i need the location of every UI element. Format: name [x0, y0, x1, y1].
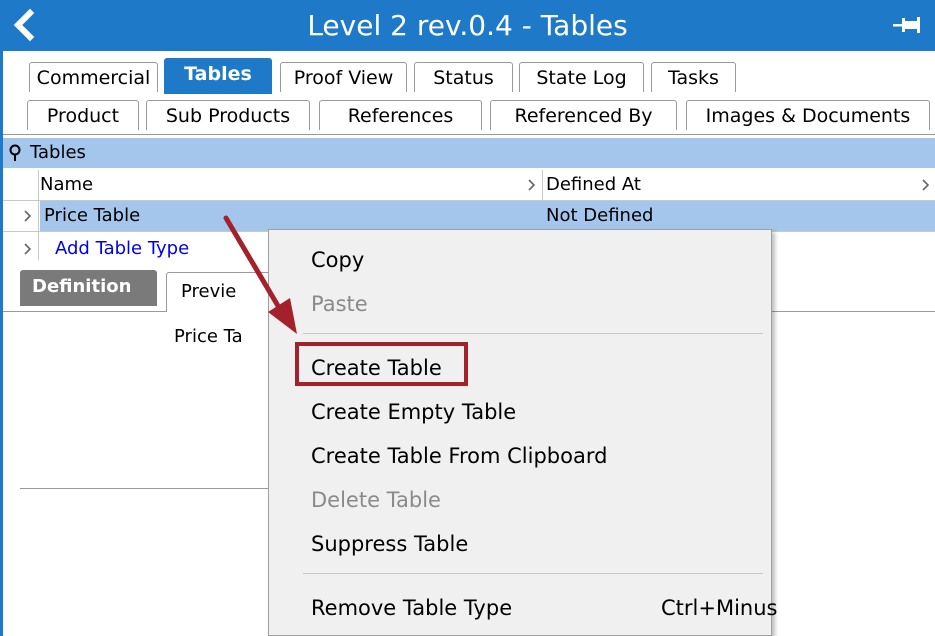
tables-section-title: Tables [30, 142, 86, 163]
menu-item-suppress-table[interactable]: Suppress Table [311, 532, 468, 556]
column-header-name[interactable]: Name [40, 170, 93, 200]
expand-row-icon[interactable] [23, 243, 33, 255]
menu-item-remove-table-type[interactable]: Remove Table Type [311, 596, 512, 620]
tab-label: Commercial [36, 67, 151, 89]
tab-label: Tables [184, 63, 252, 85]
menu-separator [303, 573, 763, 574]
menu-item-paste[interactable]: Paste [311, 292, 368, 316]
add-table-type-link[interactable]: Add Table Type [55, 234, 189, 264]
tab-images-documents[interactable]: Images & Documents [686, 100, 930, 130]
tab-tables[interactable]: Tables [164, 58, 272, 94]
tab-label: State Log [536, 67, 627, 89]
menu-item-create-table-from-clipboard[interactable]: Create Table From Clipboard [311, 444, 607, 468]
menu-shortcut-ctrl-minus: Ctrl+Minus [661, 596, 778, 620]
tab-references[interactable]: References [319, 100, 482, 130]
tab-label: References [347, 105, 454, 127]
tab-label: Images & Documents [705, 105, 911, 127]
tables-column-header: Name Defined At [3, 170, 935, 200]
column-header-defined-at[interactable]: Defined At [546, 170, 641, 200]
menu-separator [303, 333, 763, 334]
menu-item-create-empty-table[interactable]: Create Empty Table [311, 400, 516, 424]
window: Level 2 rev.0.4 - Tables Commercial Tabl… [0, 0, 935, 636]
content-divider [20, 488, 270, 489]
tab-label: Referenced By [514, 105, 653, 127]
title-bar: Level 2 rev.0.4 - Tables [0, 0, 935, 51]
pin-icon[interactable] [893, 14, 923, 36]
subtab-preview[interactable]: Previe [166, 272, 276, 312]
tab-status[interactable]: Status [414, 62, 513, 92]
tab-row-secondary: Product Sub Products References Referenc… [3, 96, 935, 135]
menu-item-delete-table[interactable]: Delete Table [311, 488, 441, 512]
row-defined-at-cell[interactable]: Not Defined [544, 201, 935, 231]
tab-label: Sub Products [165, 105, 291, 127]
tab-label: Status [433, 67, 494, 89]
expand-row-icon[interactable] [23, 210, 33, 222]
tab-tasks[interactable]: Tasks [651, 62, 736, 92]
subtab-definition[interactable]: Definition [20, 270, 157, 306]
tab-row-main: Commercial Tables Proof View Status Stat… [3, 58, 935, 94]
tab-proof-view[interactable]: Proof View [280, 62, 407, 92]
tab-label: Proof View [293, 67, 394, 89]
row-name-cell[interactable]: Price Table [40, 201, 544, 231]
tab-sub-products[interactable]: Sub Products [146, 100, 310, 130]
subtab-label: Definition [32, 276, 132, 297]
tab-commercial[interactable]: Commercial [29, 62, 158, 92]
window-title: Level 2 rev.0.4 - Tables [307, 9, 628, 42]
tab-product[interactable]: Product [27, 100, 139, 130]
tab-label: Tasks [668, 67, 719, 89]
tables-section-header[interactable]: Tables [3, 138, 935, 168]
annotation-highlight-box [295, 342, 468, 386]
subtab-label: Previe [181, 281, 237, 302]
menu-item-copy[interactable]: Copy [311, 248, 364, 272]
tab-label: Product [46, 105, 120, 127]
context-menu: Copy Paste Create Table Create Empty Tab… [268, 229, 777, 636]
tab-referenced-by[interactable]: Referenced By [490, 100, 677, 130]
tab-state-log[interactable]: State Log [519, 62, 644, 92]
chevron-right-icon[interactable] [527, 179, 537, 191]
content-label: Price Ta [174, 326, 243, 347]
chevron-right-icon[interactable] [921, 179, 931, 191]
table-row[interactable]: Price Table Not Defined [3, 201, 935, 231]
pin-marker-icon[interactable] [8, 144, 22, 162]
